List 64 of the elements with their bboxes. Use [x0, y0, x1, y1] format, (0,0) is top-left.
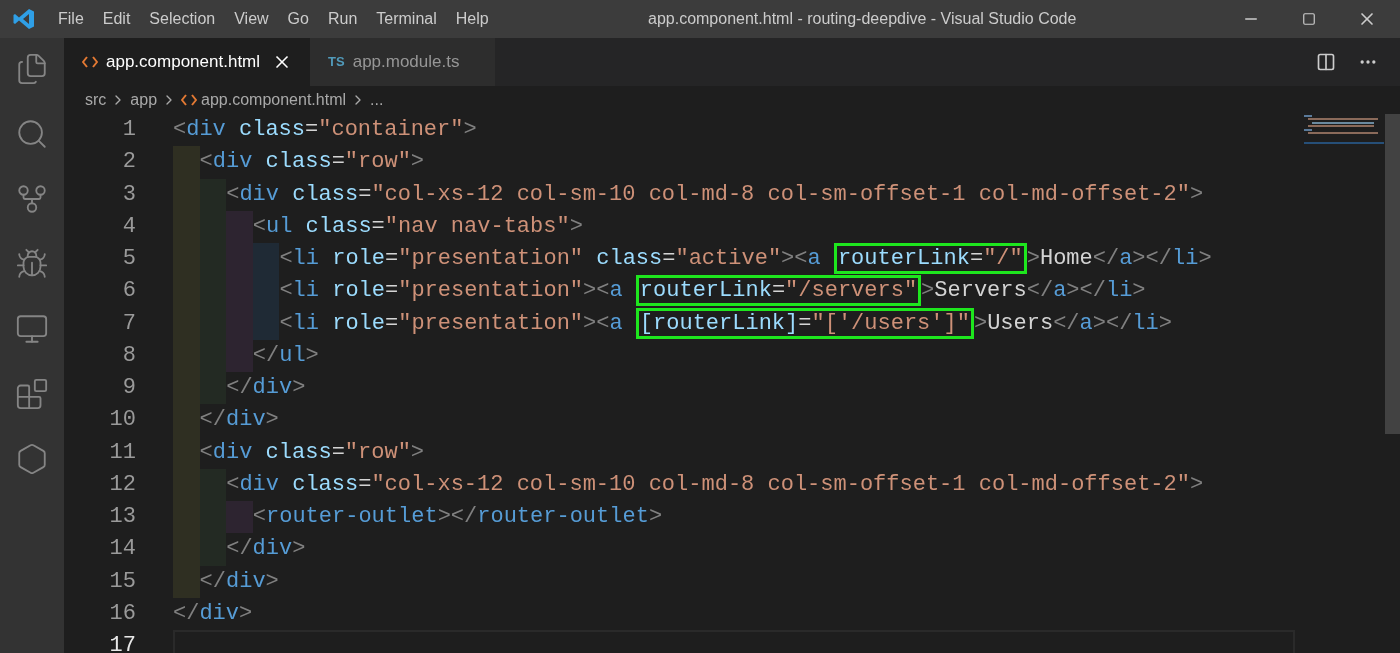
- line-number: 14: [108, 535, 136, 564]
- extensions-icon[interactable]: [15, 377, 49, 411]
- highlight-box: routerLink="/servers": [635, 275, 922, 307]
- code-line: <li role="presentation"><a [routerLink]="['/users']" >Users</a></li>: [279, 307, 1172, 340]
- breadcrumb-item[interactable]: app.component.html: [201, 88, 346, 112]
- code-line: <div class="col-xs-12 col-sm-10 col-md-8 col-sm-offset-1 col-md-offset-2">: [226, 180, 1204, 209]
- explorer-icon[interactable]: [15, 52, 49, 86]
- line-number: 17: [108, 632, 136, 653]
- menu-item[interactable]: Help: [455, 7, 489, 31]
- code-line: <li role="presentation" class="active"><a routerLink="/" >Home</a></li>: [279, 243, 1212, 276]
- code-line: </div>: [226, 374, 306, 402]
- code-brackets-icon: [181, 94, 198, 106]
- monitor-icon[interactable]: [15, 312, 49, 346]
- code-line: </div>: [173, 599, 253, 628]
- menu-item[interactable]: Edit: [102, 7, 131, 31]
- code-line: <ul class="nav nav-tabs">: [252, 212, 583, 241]
- menu-item[interactable]: Selection: [149, 7, 216, 31]
- menu-item[interactable]: View: [234, 7, 269, 31]
- window-title: app.component.html - routing-deepdive - Visual Studio Code: [648, 9, 1077, 29]
- maximize-icon[interactable]: [1302, 12, 1316, 26]
- code-line: <div class="col-xs-12 col-sm-10 col-md-8 col-sm-offset-1 col-md-offset-2">: [226, 470, 1204, 499]
- code-line: </div>: [226, 535, 306, 564]
- menu-item[interactable]: Terminal: [376, 7, 437, 31]
- breadcrumb-item[interactable]: app: [130, 88, 158, 112]
- line-number: 6: [121, 277, 136, 306]
- code-line: </ul>: [252, 341, 319, 370]
- hexagon-icon[interactable]: [15, 442, 49, 476]
- breadcrumb-item[interactable]: ...: [370, 88, 384, 112]
- menu-item[interactable]: Run: [327, 7, 358, 31]
- file-type-label: TS: [328, 53, 345, 72]
- code-line: <router-outlet></router-outlet>: [252, 503, 663, 531]
- breadcrumb-item[interactable]: src: [85, 88, 107, 112]
- code-line: </div>: [199, 567, 279, 596]
- line-number: 8: [121, 341, 136, 370]
- code-line: </div>: [199, 406, 279, 435]
- search-icon[interactable]: [15, 117, 49, 151]
- code-line: <div class="row">: [199, 438, 425, 467]
- code-line: <div class="row">: [199, 148, 425, 177]
- highlight-box: [routerLink]="['/users']": [635, 307, 974, 339]
- line-number: 2: [121, 148, 136, 177]
- app-logo-icon: [12, 7, 36, 31]
- editor-tab[interactable]: app.component.html: [64, 38, 311, 86]
- line-number: 9: [121, 374, 136, 402]
- editor-tab[interactable]: TS app.module.ts: [310, 38, 496, 86]
- menu-item[interactable]: Go: [287, 7, 309, 31]
- branch-icon[interactable]: [15, 182, 49, 216]
- line-number: 16: [108, 599, 136, 628]
- line-number: 7: [121, 309, 136, 338]
- line-number: 5: [121, 245, 136, 273]
- bug-icon[interactable]: [15, 247, 49, 281]
- code-line: <li role="presentation"><a routerLink="/servers" >Servers</a></li>: [279, 275, 1146, 308]
- line-number: 1: [121, 116, 136, 144]
- line-number: 12: [108, 470, 136, 499]
- code-brackets-icon: [82, 56, 98, 68]
- line-number: 4: [121, 212, 136, 241]
- highlight-box: routerLink="/": [833, 243, 1027, 274]
- line-number: 10: [108, 406, 136, 435]
- line-number: 13: [108, 503, 136, 531]
- menu-item[interactable]: File: [58, 7, 84, 31]
- code-line: <div class="container">: [173, 116, 477, 144]
- line-number: 3: [121, 180, 136, 209]
- split-editor-icon[interactable]: [1316, 52, 1336, 72]
- line-number: 15: [108, 567, 136, 596]
- line-number: 11: [108, 438, 136, 467]
